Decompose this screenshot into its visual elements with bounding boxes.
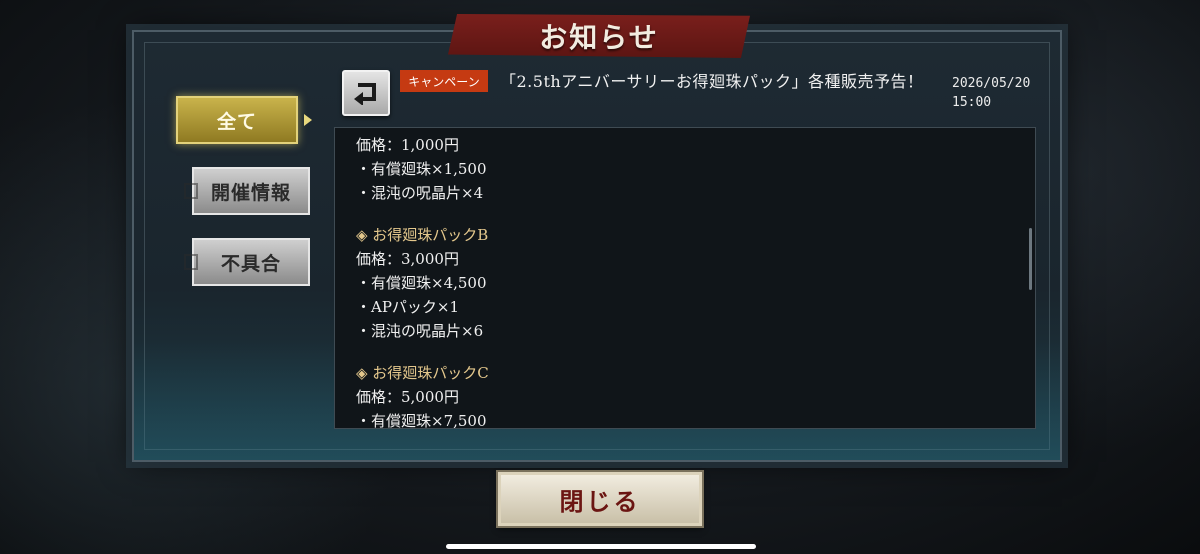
sidebar-item-label: 全て xyxy=(216,110,257,133)
time-text: 15:00 xyxy=(952,95,992,110)
close-button[interactable]: 閉じる xyxy=(498,472,702,526)
home-indicator[interactable] xyxy=(446,544,756,549)
sidebar-item-event-info[interactable]: 開催情報 xyxy=(184,167,310,215)
sidebar-item-bugs[interactable]: 不具合 xyxy=(184,238,310,286)
sidebar-item-label: 不具合 xyxy=(220,252,281,275)
bracket-deco-icon xyxy=(184,183,198,199)
text-line: 価格：3,000円 xyxy=(356,250,459,268)
section-heading: ◈ お得廻珠パックC xyxy=(356,364,489,382)
notice-date: 2026/05/20 15:00 xyxy=(952,74,1030,112)
sidebar-item-all[interactable]: 全て xyxy=(176,96,312,144)
sidebar-item-label: 開催情報 xyxy=(210,181,291,204)
notice-body-text: 価格：1,000円 ・有償廻珠×1,500 ・混沌の呪晶片×4 ◈ お得廻珠パッ… xyxy=(356,133,1015,429)
text-line: 価格：5,000円 xyxy=(356,388,459,406)
notice-title: 「2.5thアニバーサリーお得廻珠パック」各種販売予告！ xyxy=(500,72,924,91)
text-line: ・混沌の呪晶片×6 xyxy=(356,322,484,340)
section-heading: ◈ お得廻珠パックB xyxy=(356,226,489,244)
text-line: ・有償廻珠×7,500 xyxy=(356,412,487,429)
text-line: ・APパック×1 xyxy=(356,298,460,316)
notice-body[interactable]: 価格：1,000円 ・有償廻珠×1,500 ・混沌の呪晶片×4 ◈ お得廻珠パッ… xyxy=(334,127,1036,429)
page-title: お知らせ xyxy=(539,21,659,54)
campaign-tag: キャンペーン xyxy=(400,70,488,92)
text-line: ・有償廻珠×4,500 xyxy=(356,274,487,292)
text-line: ・混沌の呪晶片×4 xyxy=(356,184,484,202)
title-banner: お知らせ xyxy=(448,14,750,58)
selected-arrow-icon xyxy=(304,114,312,126)
date-text: 2026/05/20 xyxy=(952,76,1031,91)
return-arrow-icon xyxy=(354,83,376,105)
text-line: ・有償廻珠×1,500 xyxy=(356,160,487,178)
back-button[interactable] xyxy=(342,70,390,116)
bracket-deco-icon xyxy=(184,254,198,270)
text-line: 価格：1,000円 xyxy=(356,136,459,154)
scrollbar[interactable] xyxy=(1029,228,1032,290)
